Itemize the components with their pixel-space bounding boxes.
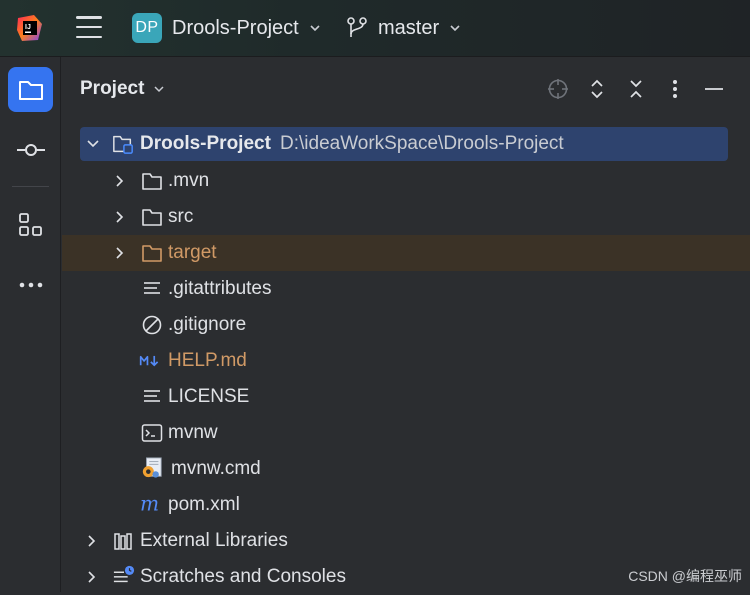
chevron-right-icon[interactable] (113, 210, 127, 224)
chevron-right-icon[interactable] (113, 246, 127, 260)
tree-item-excluded-folder[interactable]: target (62, 235, 750, 271)
text-file-icon (141, 278, 163, 300)
crosshair-icon (547, 78, 569, 100)
menu-line (76, 36, 102, 39)
branch-name: master (378, 17, 439, 40)
tree-item-label: mvnw.cmd (171, 458, 261, 480)
markdown-icon (139, 350, 161, 372)
intellij-logo-icon[interactable]: IJ (16, 14, 44, 42)
menu-line (76, 26, 102, 29)
title-bar: IJ DP Drools-Project master (0, 0, 750, 57)
text-file-icon (141, 386, 163, 408)
folder-icon (17, 78, 45, 102)
tree-item-external-libraries[interactable]: External Libraries (62, 523, 750, 559)
expand-all-icon (588, 78, 606, 100)
chevron-down-icon (309, 22, 321, 34)
tree-item-label: External Libraries (140, 530, 288, 552)
shell-script-icon (141, 422, 163, 444)
menu-line (76, 16, 102, 19)
divider (12, 186, 49, 187)
tool-window-strip (0, 57, 61, 592)
tree-item-file[interactable]: mvnw.cmd (62, 451, 750, 487)
minimize-icon (704, 87, 724, 91)
options-button[interactable] (663, 77, 687, 101)
collapse-all-icon (627, 78, 645, 100)
excluded-folder-icon (141, 242, 163, 264)
tree-item-label: .mvn (168, 170, 209, 192)
watermark: CSDN @编程巫师 (628, 566, 742, 586)
svg-text:m: m (140, 495, 159, 515)
panel-header: Project (62, 57, 750, 121)
chevron-right-icon[interactable] (85, 570, 99, 584)
svg-text:IJ: IJ (25, 24, 31, 31)
project-view-selector[interactable]: Project (80, 78, 166, 100)
collapse-all-button[interactable] (624, 77, 648, 101)
tree-item-file[interactable]: mvnw (62, 415, 750, 451)
more-tools-button[interactable] (8, 262, 53, 307)
branch-switcher[interactable]: master (346, 13, 461, 43)
panel-title: Project (80, 78, 144, 100)
tree-root-project[interactable]: Drools-Project D:\ideaWorkSpace\Drools-P… (80, 127, 728, 161)
batch-file-icon (141, 457, 163, 479)
tree-item-label: LICENSE (168, 386, 249, 408)
chevron-right-icon[interactable] (85, 534, 99, 548)
tree-item-file[interactable]: HELP.md (62, 343, 750, 379)
hide-panel-button[interactable] (702, 77, 726, 101)
module-folder-icon (112, 133, 134, 155)
chevron-down-icon (152, 82, 166, 96)
locate-file-button[interactable] (546, 77, 570, 101)
more-horizontal-icon (18, 281, 44, 289)
tree-item-label: target (168, 242, 217, 264)
tree-item-folder[interactable]: src (62, 199, 750, 235)
tree-item-folder[interactable]: .mvn (62, 163, 750, 199)
project-badge: DP (132, 13, 162, 43)
tree-item-file[interactable]: .gitignore (62, 307, 750, 343)
tree-item-label: HELP.md (168, 350, 247, 372)
tree-item-label: src (168, 206, 193, 228)
folder-icon (141, 170, 163, 192)
tree-item-label: .gitattributes (168, 278, 272, 300)
git-branch-icon (346, 16, 368, 40)
library-icon (113, 530, 135, 552)
tree-item-label: pom.xml (168, 494, 240, 516)
chevron-right-icon[interactable] (113, 174, 127, 188)
structure-tool-button[interactable] (8, 202, 53, 247)
tree-item-label: mvnw (168, 422, 218, 444)
project-tool-button[interactable] (8, 67, 53, 112)
tree-item-label: .gitignore (168, 314, 246, 336)
project-switcher[interactable]: DP Drools-Project (132, 13, 321, 43)
tree-item-file[interactable]: .gitattributes (62, 271, 750, 307)
expand-all-button[interactable] (585, 77, 609, 101)
folder-icon (141, 206, 163, 228)
commit-icon (16, 143, 46, 157)
tree-item-file[interactable]: LICENSE (62, 379, 750, 415)
scratches-icon (113, 564, 135, 586)
main-menu-button[interactable] (76, 16, 102, 38)
project-root-path: D:\ideaWorkSpace\Drools-Project (280, 133, 564, 155)
tree-item-label: Scratches and Consoles (140, 566, 346, 588)
project-root-name: Drools-Project (140, 133, 271, 155)
commit-tool-button[interactable] (8, 127, 53, 172)
structure-icon (18, 212, 44, 238)
ignore-file-icon (141, 314, 163, 336)
project-name: Drools-Project (172, 17, 299, 40)
tree-item-file[interactable]: m pom.xml (62, 487, 750, 523)
more-vertical-icon (672, 79, 678, 99)
project-panel: Project (62, 57, 750, 592)
chevron-down-icon (449, 22, 461, 34)
maven-icon: m (140, 494, 162, 516)
chevron-down-icon[interactable] (86, 137, 100, 151)
